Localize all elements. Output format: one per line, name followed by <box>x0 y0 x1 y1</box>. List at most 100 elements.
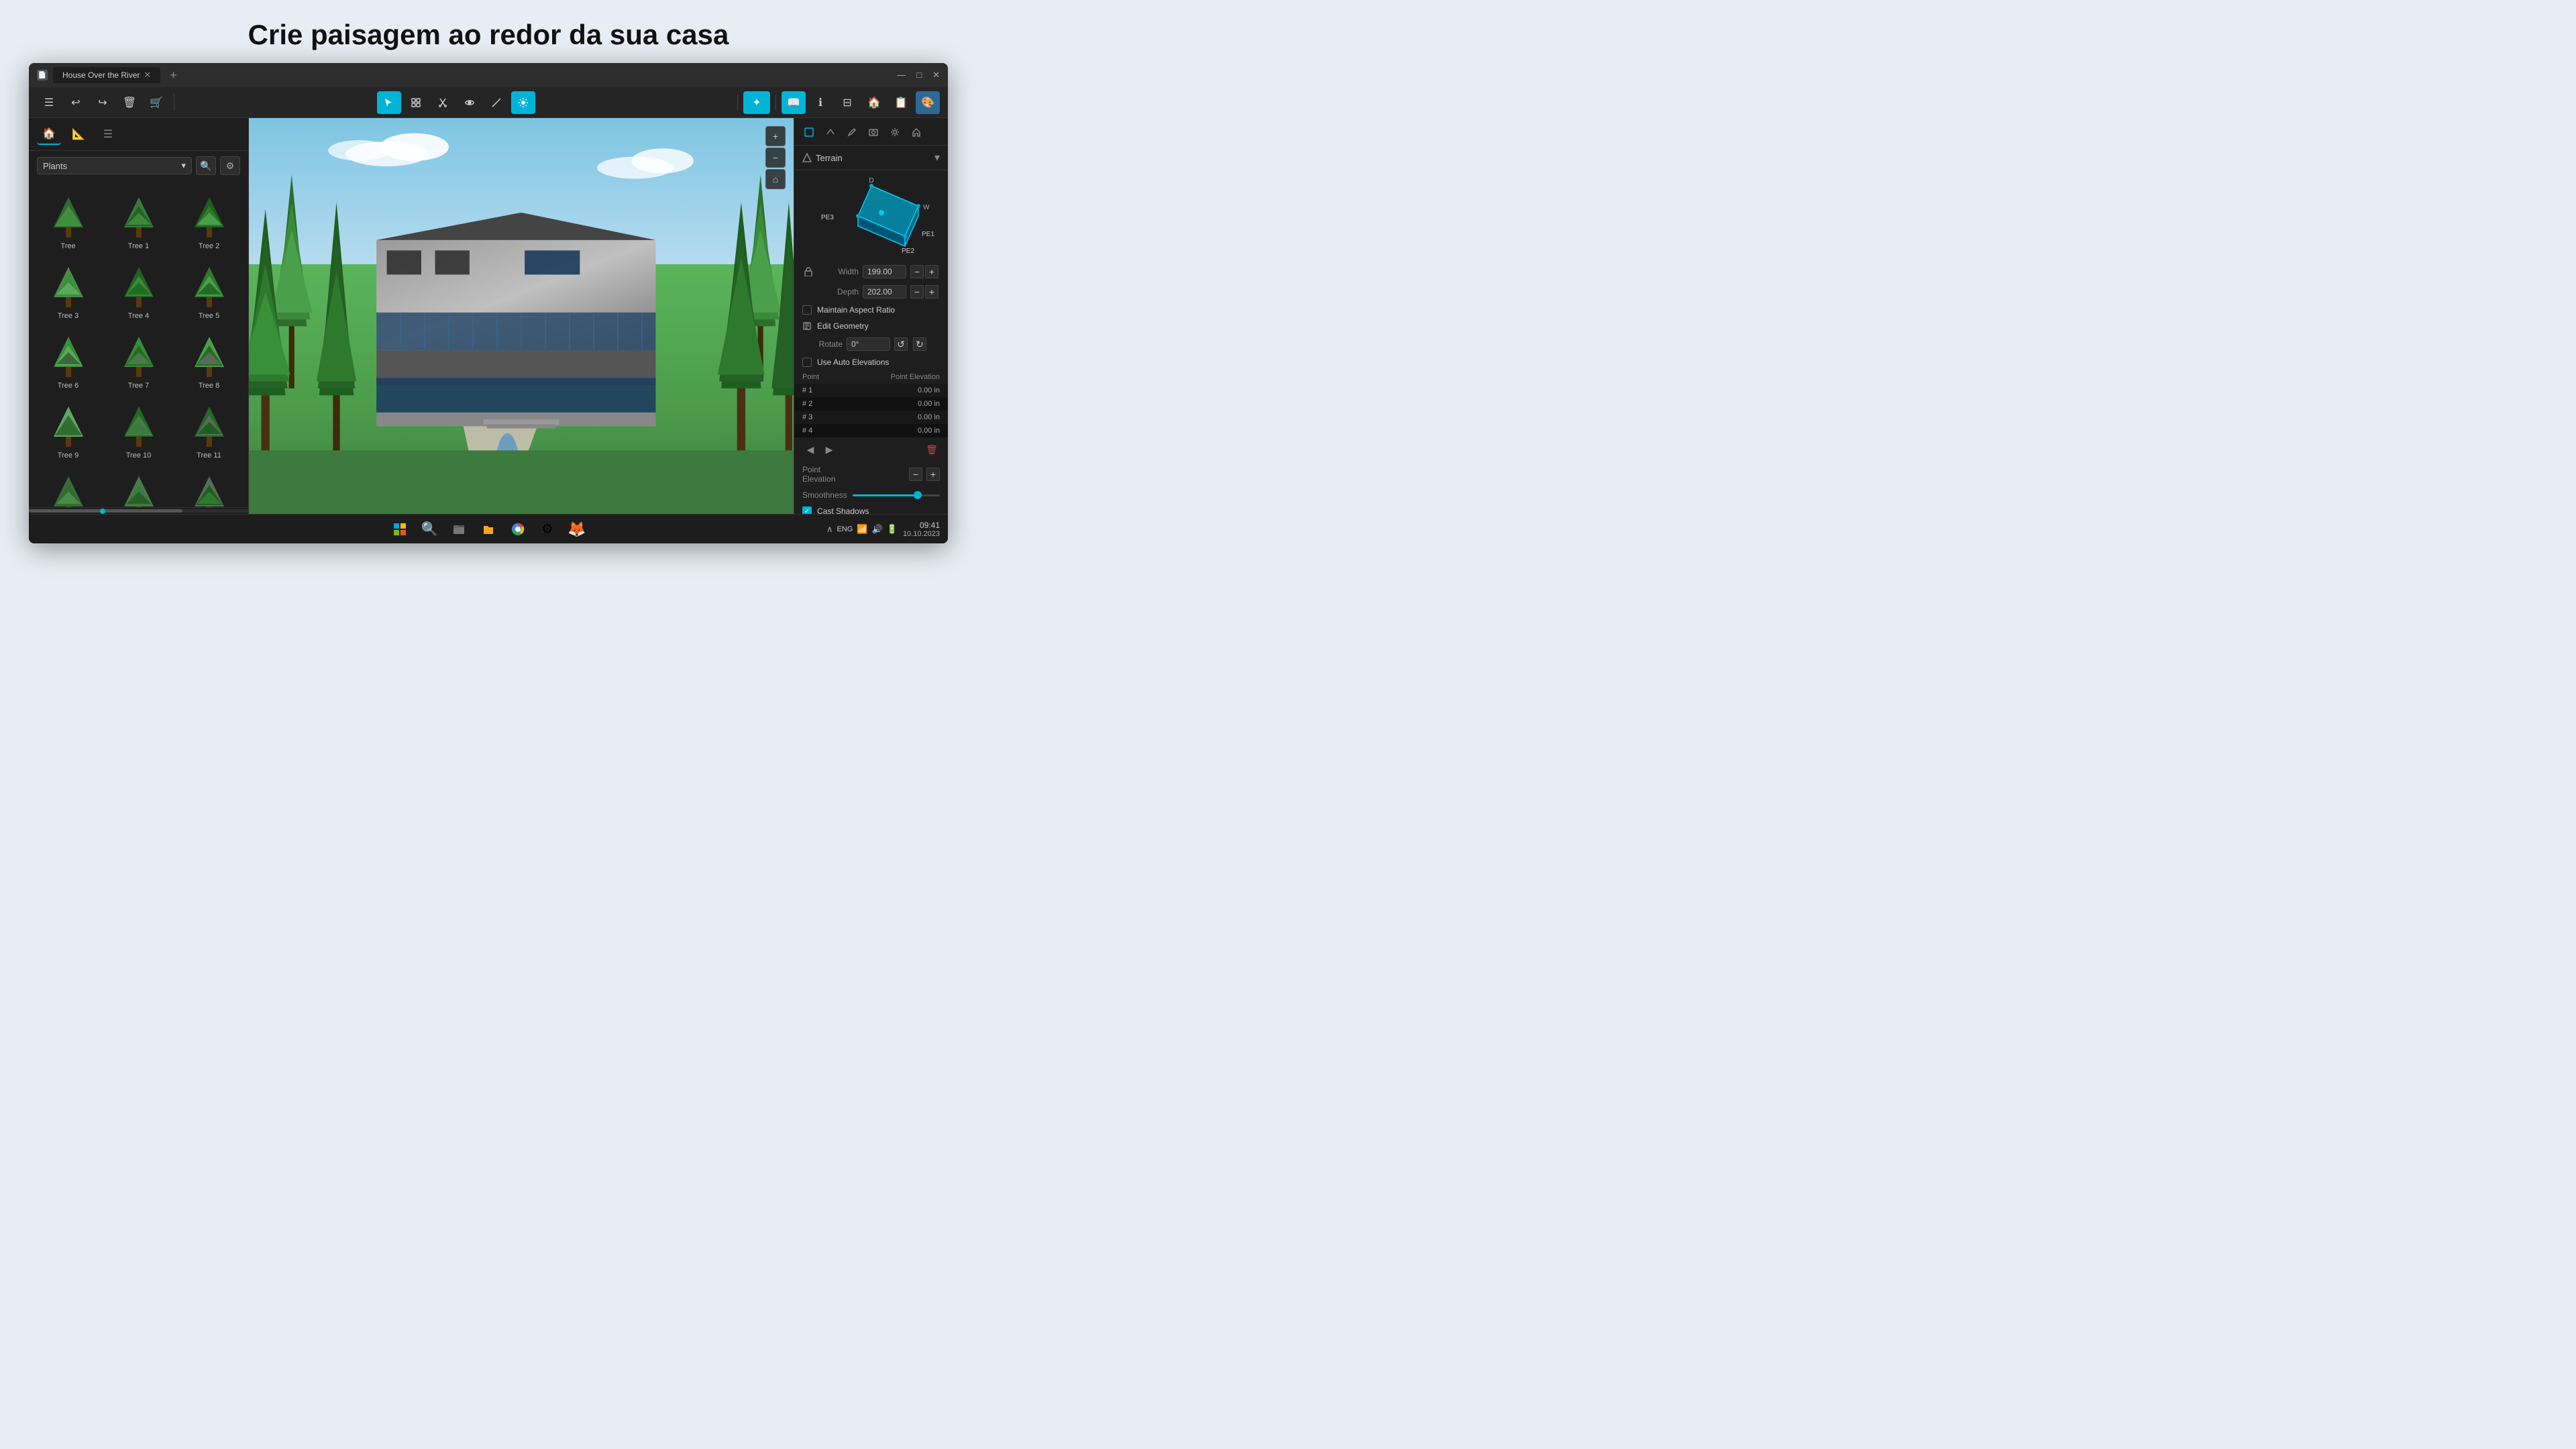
point-row-4[interactable]: # 40.00 in <box>794 424 948 437</box>
tree-item-9[interactable]: Tree 8 <box>175 325 243 392</box>
point-row-1[interactable]: # 10.00 in <box>794 384 948 397</box>
search-button[interactable]: 🔍 <box>196 156 216 175</box>
tab-add-button[interactable]: + <box>166 68 181 83</box>
rotate-cw[interactable]: ↻ <box>913 337 926 351</box>
point-back-button[interactable]: ◀ <box>802 441 818 458</box>
maintain-aspect-checkbox[interactable] <box>802 305 812 315</box>
minimize-button[interactable]: — <box>897 70 906 80</box>
menu-button[interactable]: ☰ <box>37 91 61 114</box>
point-forward-button[interactable]: ▶ <box>821 441 837 458</box>
lock-icon[interactable] <box>802 266 814 278</box>
settings-taskbar-button[interactable]: ⚙ <box>535 517 559 541</box>
export-button[interactable]: 📋 <box>889 91 913 114</box>
tree-item-15[interactable]: Tree 14 <box>175 465 243 507</box>
panel-tab-list[interactable]: ☰ <box>96 123 120 145</box>
width-input[interactable] <box>863 265 906 278</box>
scrollbar-track <box>29 509 248 513</box>
panel-tab-design[interactable]: 📐 <box>66 123 91 145</box>
point-elevation-increase[interactable]: + <box>926 468 940 481</box>
volume-icon[interactable]: 🔊 <box>872 524 883 535</box>
tree-item-4[interactable]: Tree 3 <box>34 256 102 323</box>
tree-item-6[interactable]: Tree 5 <box>175 256 243 323</box>
explorer-button[interactable] <box>476 517 500 541</box>
library-button[interactable]: 📖 <box>782 91 806 114</box>
tree-item-10[interactable]: Tree 9 <box>34 395 102 462</box>
layout-button[interactable]: ⊟ <box>835 91 859 114</box>
right-tab-settings[interactable] <box>885 123 904 141</box>
panel-scrollbar[interactable] <box>29 507 248 514</box>
tree-item-2[interactable]: Tree 1 <box>105 186 172 253</box>
view-button[interactable] <box>458 91 482 114</box>
plants-dropdown[interactable]: Plants ▾ <box>37 157 192 174</box>
time-display: 09:41 10.10.2023 <box>903 521 940 538</box>
window-tab[interactable]: House Over the River ✕ <box>53 67 160 83</box>
point-row-2[interactable]: # 20.00 in <box>794 397 948 411</box>
tree-item-14[interactable]: Tree 13 <box>105 465 172 507</box>
filter-button[interactable]: ⚙ <box>220 156 240 175</box>
panel-tab-home[interactable]: 🏠 <box>37 123 61 145</box>
point-num-2: # 2 <box>802 400 886 408</box>
terrain-dropdown-icon[interactable]: ▾ <box>934 151 940 164</box>
files-button[interactable] <box>447 517 471 541</box>
point-elevation-decrease[interactable]: − <box>909 468 922 481</box>
point-delete-button[interactable]: 🗑 <box>924 441 940 458</box>
tab-close-icon[interactable]: ✕ <box>144 70 151 80</box>
viewport[interactable]: + − ⌂ <box>249 118 794 514</box>
cart-button[interactable]: 🛒 <box>144 91 168 114</box>
tree-item-1[interactable]: Tree <box>34 186 102 253</box>
select-tool-button[interactable] <box>377 91 401 114</box>
home-view-button[interactable]: 🏠 <box>862 91 886 114</box>
scrollbar-thumb[interactable] <box>29 509 182 513</box>
undo-button[interactable]: ↩ <box>64 91 88 114</box>
tree-item-7[interactable]: Tree 6 <box>34 325 102 392</box>
system-tray: ∧ ENG 📶 🔊 🔋 09:41 10.10.2023 <box>826 521 940 538</box>
width-increase[interactable]: + <box>925 265 938 278</box>
nav-zoom-in[interactable]: + <box>765 126 786 146</box>
right-tab-edit[interactable] <box>843 123 861 141</box>
smoothness-thumb[interactable] <box>914 491 922 499</box>
effects-button[interactable]: ✦ <box>743 91 770 114</box>
viewport-nav: + − ⌂ <box>765 126 786 189</box>
width-decrease[interactable]: − <box>910 265 924 278</box>
tree-thumb-4 <box>44 261 93 309</box>
chrome-button[interactable] <box>506 517 530 541</box>
smoothness-slider[interactable] <box>853 494 940 496</box>
auto-elevations-checkbox[interactable] <box>802 358 812 367</box>
tree-thumb-9 <box>185 331 233 379</box>
tree-item-12[interactable]: Tree 11 <box>175 395 243 462</box>
rotate-ccw[interactable]: ↺ <box>894 337 908 351</box>
close-button[interactable]: ✕ <box>932 70 940 80</box>
right-tab-terrain[interactable] <box>800 123 818 141</box>
trim-tool-button[interactable] <box>431 91 455 114</box>
tree-item-3[interactable]: Tree 2 <box>175 186 243 253</box>
depth-input[interactable] <box>863 285 906 299</box>
nav-zoom-out[interactable]: − <box>765 148 786 168</box>
group-tool-button[interactable] <box>404 91 428 114</box>
search-taskbar-button[interactable]: 🔍 <box>417 517 441 541</box>
rotate-label: Rotate <box>802 339 843 349</box>
nav-reset[interactable]: ⌂ <box>765 169 786 189</box>
tree-item-5[interactable]: Tree 4 <box>105 256 172 323</box>
tree-item-11[interactable]: Tree 10 <box>105 395 172 462</box>
tree-thumb-10 <box>44 400 93 449</box>
measure-button[interactable] <box>484 91 508 114</box>
delete-button[interactable]: 🗑 <box>117 91 142 114</box>
tree-item-8[interactable]: Tree 7 <box>105 325 172 392</box>
rotate-input[interactable] <box>847 337 890 351</box>
info-button[interactable]: ℹ <box>808 91 833 114</box>
right-tab-structure[interactable] <box>821 123 840 141</box>
chevron-up-icon[interactable]: ∧ <box>826 524 833 535</box>
app-button[interactable]: 🦊 <box>565 517 589 541</box>
right-tab-camera[interactable] <box>864 123 883 141</box>
depth-increase[interactable]: + <box>925 285 938 299</box>
depth-decrease[interactable]: − <box>910 285 924 299</box>
tree-item-13[interactable]: Tree 12 <box>34 465 102 507</box>
sun-button[interactable] <box>511 91 535 114</box>
right-tab-home[interactable] <box>907 123 926 141</box>
start-button[interactable] <box>388 517 412 541</box>
maximize-button[interactable]: □ <box>916 70 922 80</box>
edit-geometry-label[interactable]: Edit Geometry <box>817 321 869 331</box>
point-row-3[interactable]: # 30.00 in <box>794 411 948 424</box>
render-button[interactable]: 🎨 <box>916 91 940 114</box>
redo-button[interactable]: ↪ <box>91 91 115 114</box>
